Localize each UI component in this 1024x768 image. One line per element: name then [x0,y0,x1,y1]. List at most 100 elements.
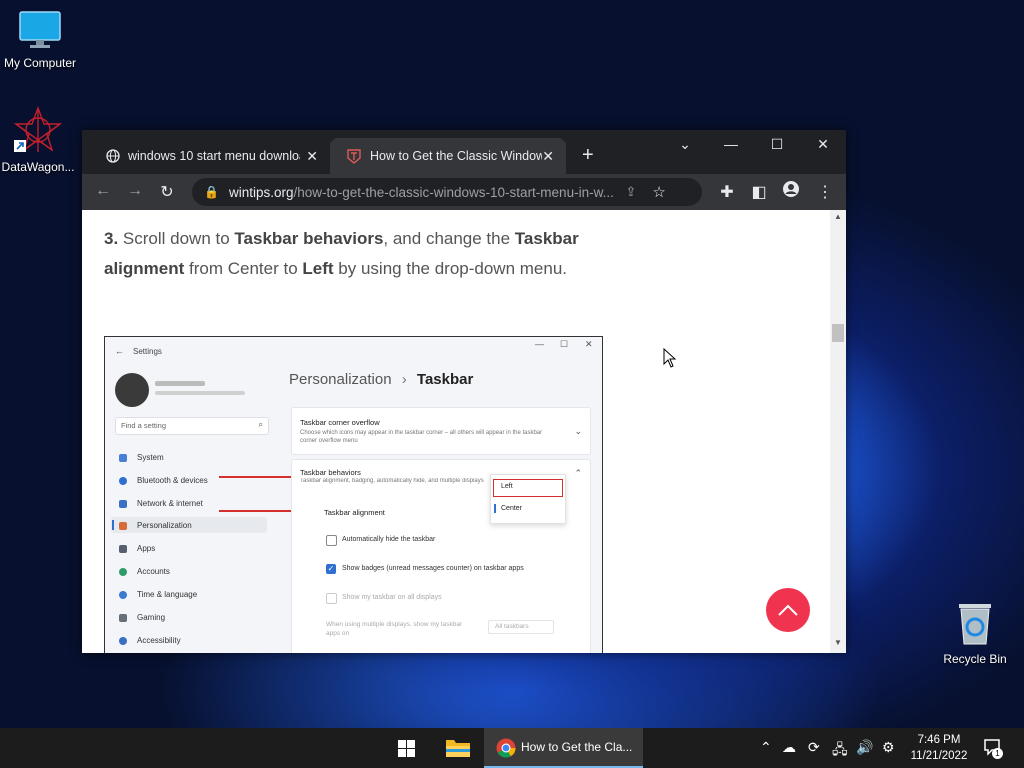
file-explorer-button[interactable] [445,737,471,764]
tab-how-to-classic-start-menu[interactable]: How to Get the Classic Windows 10 Start … [330,138,566,174]
datawagon-logo-icon [13,106,63,152]
alignment-label: Taskbar alignment [324,508,385,517]
menu-kebab-icon[interactable]: ⋮ [814,182,836,202]
tab-close-icon[interactable]: ✕ [542,148,554,165]
all-displays-label: Show my taskbar on all displays [342,594,442,601]
mouse-cursor-icon [663,348,677,368]
notification-center-button[interactable]: 1 [983,738,1003,761]
new-tab-button[interactable]: + [582,144,594,167]
accessibility-icon [119,636,127,645]
chevron-down-icon: ⌄ [574,426,582,436]
settings-gear-icon[interactable]: ⚙ [882,739,895,756]
system-icon [119,453,127,462]
minimize-button[interactable]: — [716,136,746,152]
settings-nav-selected-marker [112,520,114,530]
url-path: /how-to-get-the-classic-windows-10-start… [293,184,614,200]
option-left: Left [501,483,513,490]
breadcrumb-separator: › [401,371,407,388]
desktop-icon-label: DataWagon... [1,160,75,174]
taskbar-chrome-button[interactable]: How to Get the Cla... [484,728,643,768]
tab-search-chevron-icon[interactable]: ⌄ [670,136,700,153]
browser-toolbar: ← → ↻ 🔒 wintips.org/how-to-get-the-class… [82,174,846,210]
scrollbar-thumb[interactable] [832,324,844,342]
gaming-icon [119,613,127,622]
settings-search-box: Find a setting ⌕ [115,417,269,435]
settings-window-title: Settings [133,347,162,356]
time-language-icon [119,590,127,599]
profile-icon[interactable] [780,180,802,203]
maximize-button[interactable]: ☐ [762,136,792,153]
volume-icon[interactable]: 🔊 [856,739,873,756]
option-center-marker [494,504,496,513]
all-displays-checkbox [326,593,337,604]
desktop-icon-recycle-bin[interactable]: Recycle Bin [935,602,1015,666]
scroll-down-arrow-icon[interactable]: ▼ [834,638,842,647]
multi-display-label: When using multiple displays, show my ta… [326,621,463,637]
onedrive-offline-icon[interactable]: ☁ [782,739,796,756]
window-max-icon: ☐ [560,339,569,349]
network-icon [119,499,127,508]
tab-close-icon[interactable]: ✕ [306,148,318,165]
multi-display-dropdown: All taskbars [488,620,554,634]
settings-nav-label: Personalization [137,521,192,530]
accounts-icon [119,567,127,576]
settings-nav-item: Accessibility [119,636,181,645]
tab-title: windows 10 start menu download [128,149,300,163]
extensions-icon[interactable]: ✚ [716,182,738,202]
bookmark-star-icon[interactable]: ☆ [652,183,665,201]
side-panel-icon[interactable]: ◧ [748,182,770,202]
back-arrow-icon: ← [115,346,124,356]
windows-logo-icon [398,740,415,757]
step-bold: Left [302,258,334,278]
overflow-desc: Choose which icons may appear in the tas… [300,430,543,444]
back-icon[interactable]: ← [92,182,114,200]
scroll-to-top-button[interactable] [766,588,810,632]
settings-nav-item: Time & language [119,590,197,599]
sync-error-icon[interactable]: ⟳ [808,739,820,756]
share-icon[interactable]: ⇪ [625,184,636,200]
globe-icon [106,149,120,163]
clock-time: 7:46 PM [917,734,961,746]
bluetooth-icon [119,476,127,485]
desktop-icon-my-computer[interactable]: My Computer [0,10,80,70]
settings-nav-label: Accounts [137,567,170,576]
desktop-icon-label: My Computer [3,56,77,70]
taskbar-chrome-label: How to Get the Cla... [521,740,633,754]
scroll-up-arrow-icon[interactable]: ▲ [834,212,842,221]
network-icon[interactable]: 🖧 [832,739,848,763]
settings-nav-label: Apps [137,544,156,553]
page-scrollbar[interactable]: ▲ ▼ [830,210,846,653]
settings-nav-item: Gaming [119,613,165,622]
lock-icon: 🔒 [204,185,219,199]
start-button[interactable] [398,740,415,757]
settings-nav-item: Apps [119,544,155,553]
chrome-icon [496,738,516,758]
option-center: Center [501,505,523,512]
step-text: by using the drop-down menu. [333,258,567,278]
page-content: 3. Scroll down to Taskbar behaviors, and… [82,210,830,653]
taskbar-behaviors-card: Taskbar behaviors Taskbar alignment, bad… [291,459,591,653]
clock[interactable]: 7:46 PM 11/21/2022 [904,732,974,764]
breadcrumb-parent: Personalization [289,371,392,388]
settings-screenshot-image: ← Settings Find a setting ⌕ System Bluet… [104,336,603,653]
tab-windows10-download[interactable]: windows 10 start menu download ✕ [90,138,330,174]
show-hidden-icons-chevron-icon[interactable]: ⌃ [760,739,772,756]
close-button[interactable]: ✕ [808,136,838,153]
monitor-icon [19,11,61,48]
auto-hide-label: Automatically hide the taskbar [342,536,436,543]
alignment-dropdown: Left Center [490,474,566,524]
desktop-icon-datawagon[interactable]: DataWagon... [0,106,78,174]
notification-badge: 1 [992,748,1003,759]
address-bar[interactable]: 🔒 wintips.org/how-to-get-the-classic-win… [192,178,702,206]
settings-nav-label: Time & language [137,590,198,599]
auto-hide-checkbox [326,535,337,546]
forward-icon[interactable]: → [124,182,146,200]
personalization-brush-icon [119,521,127,530]
chevron-up-icon [778,604,798,616]
settings-nav-label: Accessibility [137,636,181,645]
reload-icon[interactable]: ↻ [156,182,178,202]
settings-nav-item: Accounts [119,567,170,576]
settings-nav-label: Gaming [137,613,166,622]
overflow-title: Taskbar corner overflow [300,418,380,427]
recycle-bin-icon [959,604,991,645]
